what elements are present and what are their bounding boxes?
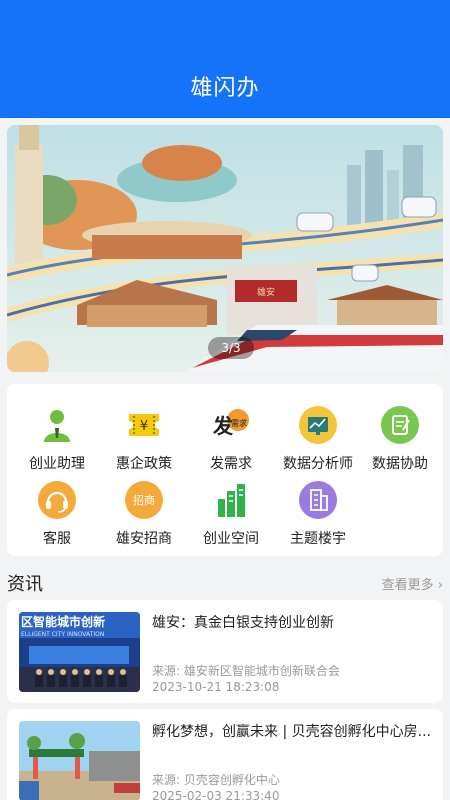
news-thumbnail: 区智能城市创新 ELLIGENT CITY INNOVATION: [19, 612, 140, 692]
menu-item-enterprise-policy[interactable]: ¥ 惠企政策: [101, 406, 187, 478]
news-title: 雄安：真金白银支持创业创新: [152, 615, 334, 631]
data-assist-icon: [381, 406, 419, 444]
thumbnail-subheading: ELLIGENT CITY INNOVATION: [21, 631, 104, 638]
menu-item-theme-building[interactable]: 主题楼宇: [275, 481, 361, 553]
banner-illustration: 雄安: [7, 125, 443, 372]
view-more-label: 查看更多: [381, 578, 434, 593]
news-title: 孵化梦想，创赢未来 | 贝壳容创孵化中心房...: [152, 724, 431, 740]
building-bars-icon: [218, 484, 245, 517]
app-title: 雄闪办: [190, 76, 260, 101]
menu-item-startup-space[interactable]: 创业空间: [188, 481, 274, 553]
menu-item-label: 主题楼宇: [290, 531, 346, 547]
thumbnail-heading: 区智能城市创新: [21, 614, 105, 629]
news-item[interactable]: 孵化梦想，创赢未来 | 贝壳容创孵化中心房... 来源: 贝壳容创孵化中心 20…: [7, 709, 443, 800]
menu-item-xiongan-investment[interactable]: 招商 雄安招商: [101, 481, 187, 553]
menu-item-post-demand[interactable]: 发 需求 发需求: [188, 406, 274, 478]
banner-sign-text: 雄安: [257, 286, 275, 298]
view-more-link[interactable]: 查看更多 ›: [382, 574, 443, 593]
carousel-page-indicator: 3/3: [208, 337, 254, 359]
menu-item-label: 数据分析师: [283, 456, 353, 472]
banner-carousel[interactable]: 雄安 3/3: [7, 125, 443, 372]
news-thumbnail: [19, 721, 140, 800]
menu-item-label: 发需求: [210, 456, 252, 472]
news-item[interactable]: 区智能城市创新 ELLIGENT CITY INNOVATION 雄安：真金白银…: [7, 600, 443, 703]
menu-item-startup-assistant[interactable]: 创业助理: [14, 406, 100, 478]
chart-analysis-icon: [299, 406, 337, 444]
menu-item-customer-service[interactable]: 客服: [14, 481, 100, 553]
news-source: 来源: 雄安新区智能城市创新联合会: [152, 664, 340, 678]
user-assistant-icon: [38, 406, 76, 444]
news-section-header: 资讯 查看更多 ›: [7, 568, 443, 596]
post-demand-icon-sub: 需求: [231, 418, 247, 428]
investment-badge-text: 招商: [133, 493, 155, 507]
service-menu: 创业助理 ¥ 惠企政策 发 需求 发需求 数据分析师 数据协助 客服 招商 雄安…: [7, 384, 443, 556]
building-icon: [299, 481, 337, 519]
menu-item-label: 雄安招商: [116, 531, 172, 547]
news-source: 来源: 贝壳容创孵化中心: [152, 773, 280, 787]
menu-item-data-assist[interactable]: 数据协助: [357, 406, 443, 478]
top-bar: 雄闪办: [0, 0, 450, 118]
post-demand-icon: 发 需求: [212, 409, 249, 438]
menu-item-label: 创业助理: [29, 456, 85, 472]
news-section-title: 资讯: [7, 574, 43, 595]
menu-item-label: 惠企政策: [116, 456, 172, 472]
menu-item-label: 客服: [43, 531, 71, 547]
ticket-yen-icon: ¥: [129, 414, 159, 436]
headset-icon: [38, 481, 76, 519]
menu-item-data-analyst[interactable]: 数据分析师: [275, 406, 361, 478]
news-time: 2025-02-03 21:33:40: [152, 789, 280, 800]
menu-item-label: 数据协助: [372, 456, 428, 472]
chevron-right-icon: ›: [437, 578, 443, 593]
svg-text:¥: ¥: [140, 419, 148, 434]
investment-badge-icon: 招商: [125, 481, 163, 519]
menu-item-label: 创业空间: [203, 531, 259, 547]
news-time: 2023-10-21 18:23:08: [152, 680, 280, 694]
